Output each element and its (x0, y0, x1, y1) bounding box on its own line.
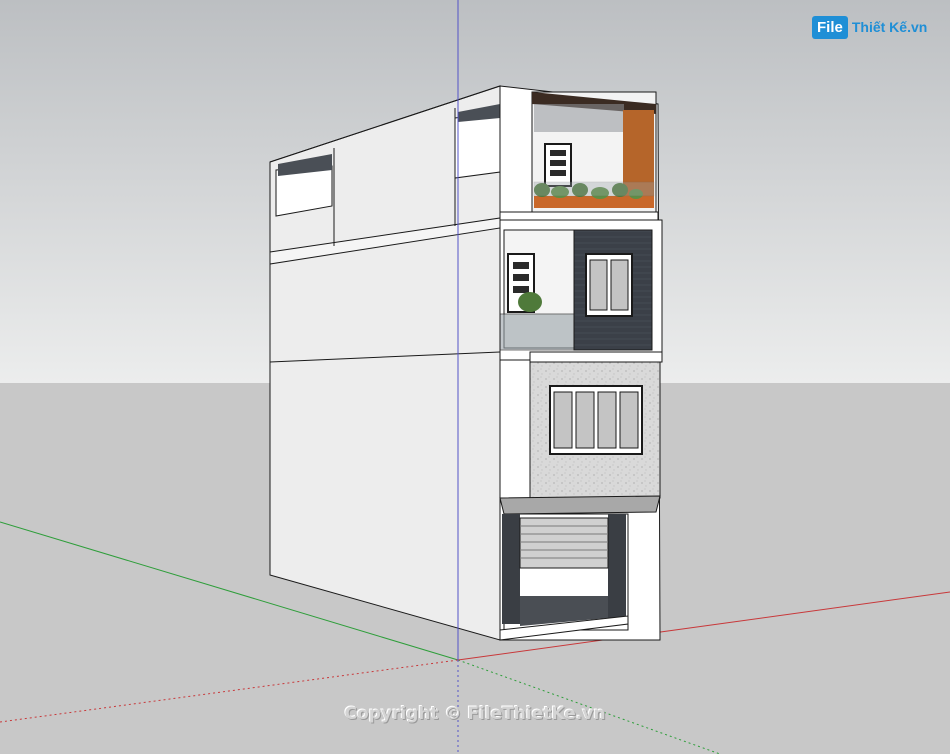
balcony-door-panel-c (513, 286, 529, 293)
logo-box: File (812, 15, 848, 39)
balcony-door-panel-b (513, 274, 529, 281)
logo-text: Thiết Kế.vn (851, 19, 928, 35)
watermark-logo: File Thiết Kế.vn (812, 12, 927, 42)
terrace-door-panel-c (550, 170, 566, 176)
terrace-slab (499, 211, 659, 221)
second-floor-ledge (499, 495, 661, 515)
second-floor-pane-3 (597, 391, 617, 449)
copyright-watermark: Copyright © FileThietKe.vn (344, 704, 606, 724)
third-floor-slab (529, 351, 663, 363)
sketchup-viewport[interactable]: File Thiết Kế.vn Copyright © FileThietKe… (0, 0, 950, 754)
second-floor-pane-4 (619, 391, 639, 449)
second-floor-pane-2 (575, 391, 595, 449)
terrace-pergola (534, 104, 624, 132)
ground-floor-pillar-left (502, 514, 520, 624)
third-floor-window-pane-left (589, 259, 608, 311)
roof-opening-right (454, 111, 501, 179)
terrace-door-panel-b (550, 160, 566, 166)
ground-floor-pillar-right (608, 514, 626, 618)
third-floor-window-pane-right (610, 259, 629, 311)
terrace-door-panel-a (550, 150, 566, 156)
model-scene[interactable] (0, 0, 950, 754)
balcony-plant (518, 292, 542, 312)
balcony-door-panel-a (513, 262, 529, 269)
second-floor-pane-1 (553, 391, 573, 449)
terrace-glass-rail (533, 181, 655, 197)
balcony-glass-rail (499, 313, 575, 351)
